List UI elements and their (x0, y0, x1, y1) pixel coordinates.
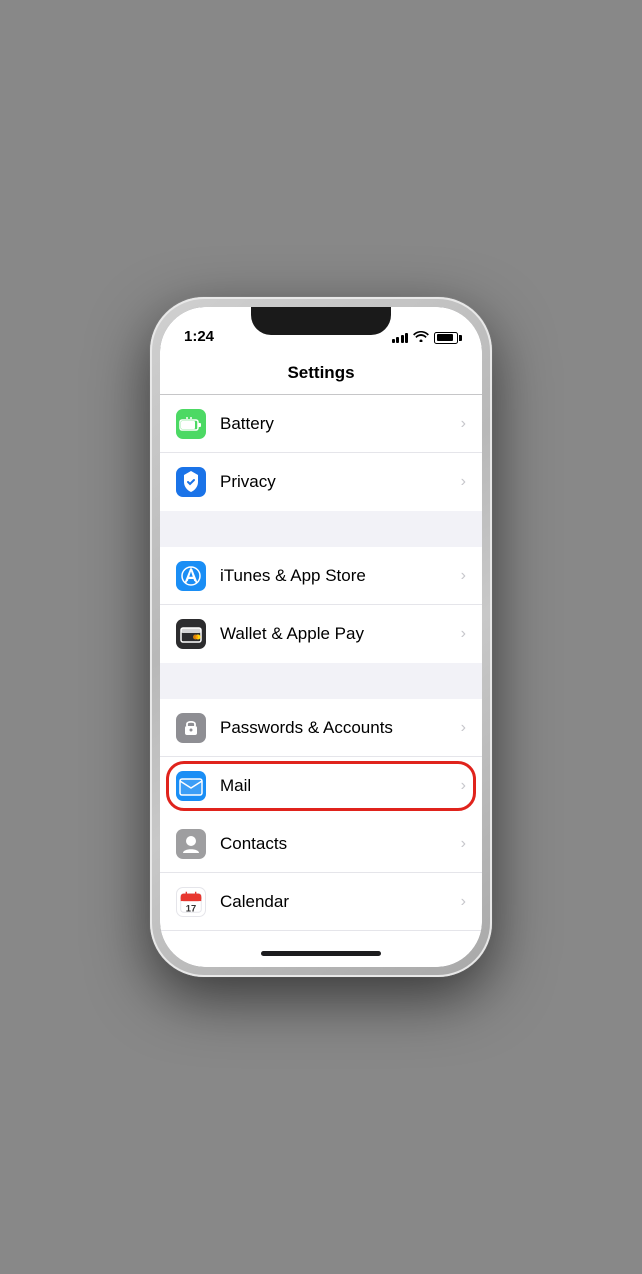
signal-bars-icon (392, 333, 409, 343)
notch (251, 307, 391, 335)
home-indicator (160, 939, 482, 967)
status-icons (392, 330, 459, 345)
settings-row-contacts[interactable]: Contacts › (160, 815, 482, 873)
itunes-app-icon: A (176, 561, 206, 591)
home-bar (261, 951, 381, 956)
settings-group-3: Passwords & Accounts › (160, 699, 482, 939)
wallet-app-icon (176, 619, 206, 649)
screen: 1:24 (160, 307, 482, 967)
mail-chevron-icon: › (461, 777, 466, 795)
contacts-chevron-icon: › (461, 835, 466, 853)
privacy-label: Privacy (220, 472, 453, 492)
svg-text:17: 17 (186, 903, 196, 913)
settings-row-wallet[interactable]: Wallet & Apple Pay › (160, 605, 482, 663)
privacy-app-icon (176, 467, 206, 497)
privacy-chevron-icon: › (461, 473, 466, 491)
passwords-app-icon (176, 713, 206, 743)
settings-content[interactable]: Battery › Privacy › (160, 395, 482, 939)
battery-chevron-icon: › (461, 415, 466, 433)
calendar-app-icon: 17 (176, 887, 206, 917)
nav-title: Settings (287, 363, 354, 383)
calendar-chevron-icon: › (461, 893, 466, 911)
divider-1 (160, 511, 482, 547)
mail-row-wrapper: Mail › (160, 757, 482, 815)
passwords-chevron-icon: › (461, 719, 466, 737)
battery-app-icon (176, 409, 206, 439)
divider-2 (160, 663, 482, 699)
settings-group-2: A iTunes & App Store › (160, 547, 482, 663)
contacts-app-icon (176, 829, 206, 859)
contacts-label: Contacts (220, 834, 453, 854)
wallet-label: Wallet & Apple Pay (220, 624, 453, 644)
settings-row-mail[interactable]: Mail › (160, 757, 482, 815)
settings-row-itunes[interactable]: A iTunes & App Store › (160, 547, 482, 605)
wifi-icon (413, 330, 429, 345)
settings-row-privacy[interactable]: Privacy › (160, 453, 482, 511)
battery-label: Battery (220, 414, 453, 434)
settings-group-1: Battery › Privacy › (160, 395, 482, 511)
phone-inner: 1:24 (160, 307, 482, 967)
phone-frame: 1:24 (150, 297, 492, 977)
settings-row-passwords[interactable]: Passwords & Accounts › (160, 699, 482, 757)
settings-row-notes[interactable]: Notes › (160, 931, 482, 939)
settings-row-battery[interactable]: Battery › (160, 395, 482, 453)
itunes-label: iTunes & App Store (220, 566, 453, 586)
itunes-chevron-icon: › (461, 567, 466, 585)
status-time: 1:24 (184, 328, 214, 345)
mail-label: Mail (220, 776, 453, 796)
nav-bar: Settings (160, 351, 482, 395)
wallet-chevron-icon: › (461, 625, 466, 643)
battery-status-icon (434, 332, 458, 344)
settings-row-calendar[interactable]: 17 Calendar › (160, 873, 482, 931)
passwords-label: Passwords & Accounts (220, 718, 453, 738)
calendar-label: Calendar (220, 892, 453, 912)
mail-app-icon (176, 771, 206, 801)
